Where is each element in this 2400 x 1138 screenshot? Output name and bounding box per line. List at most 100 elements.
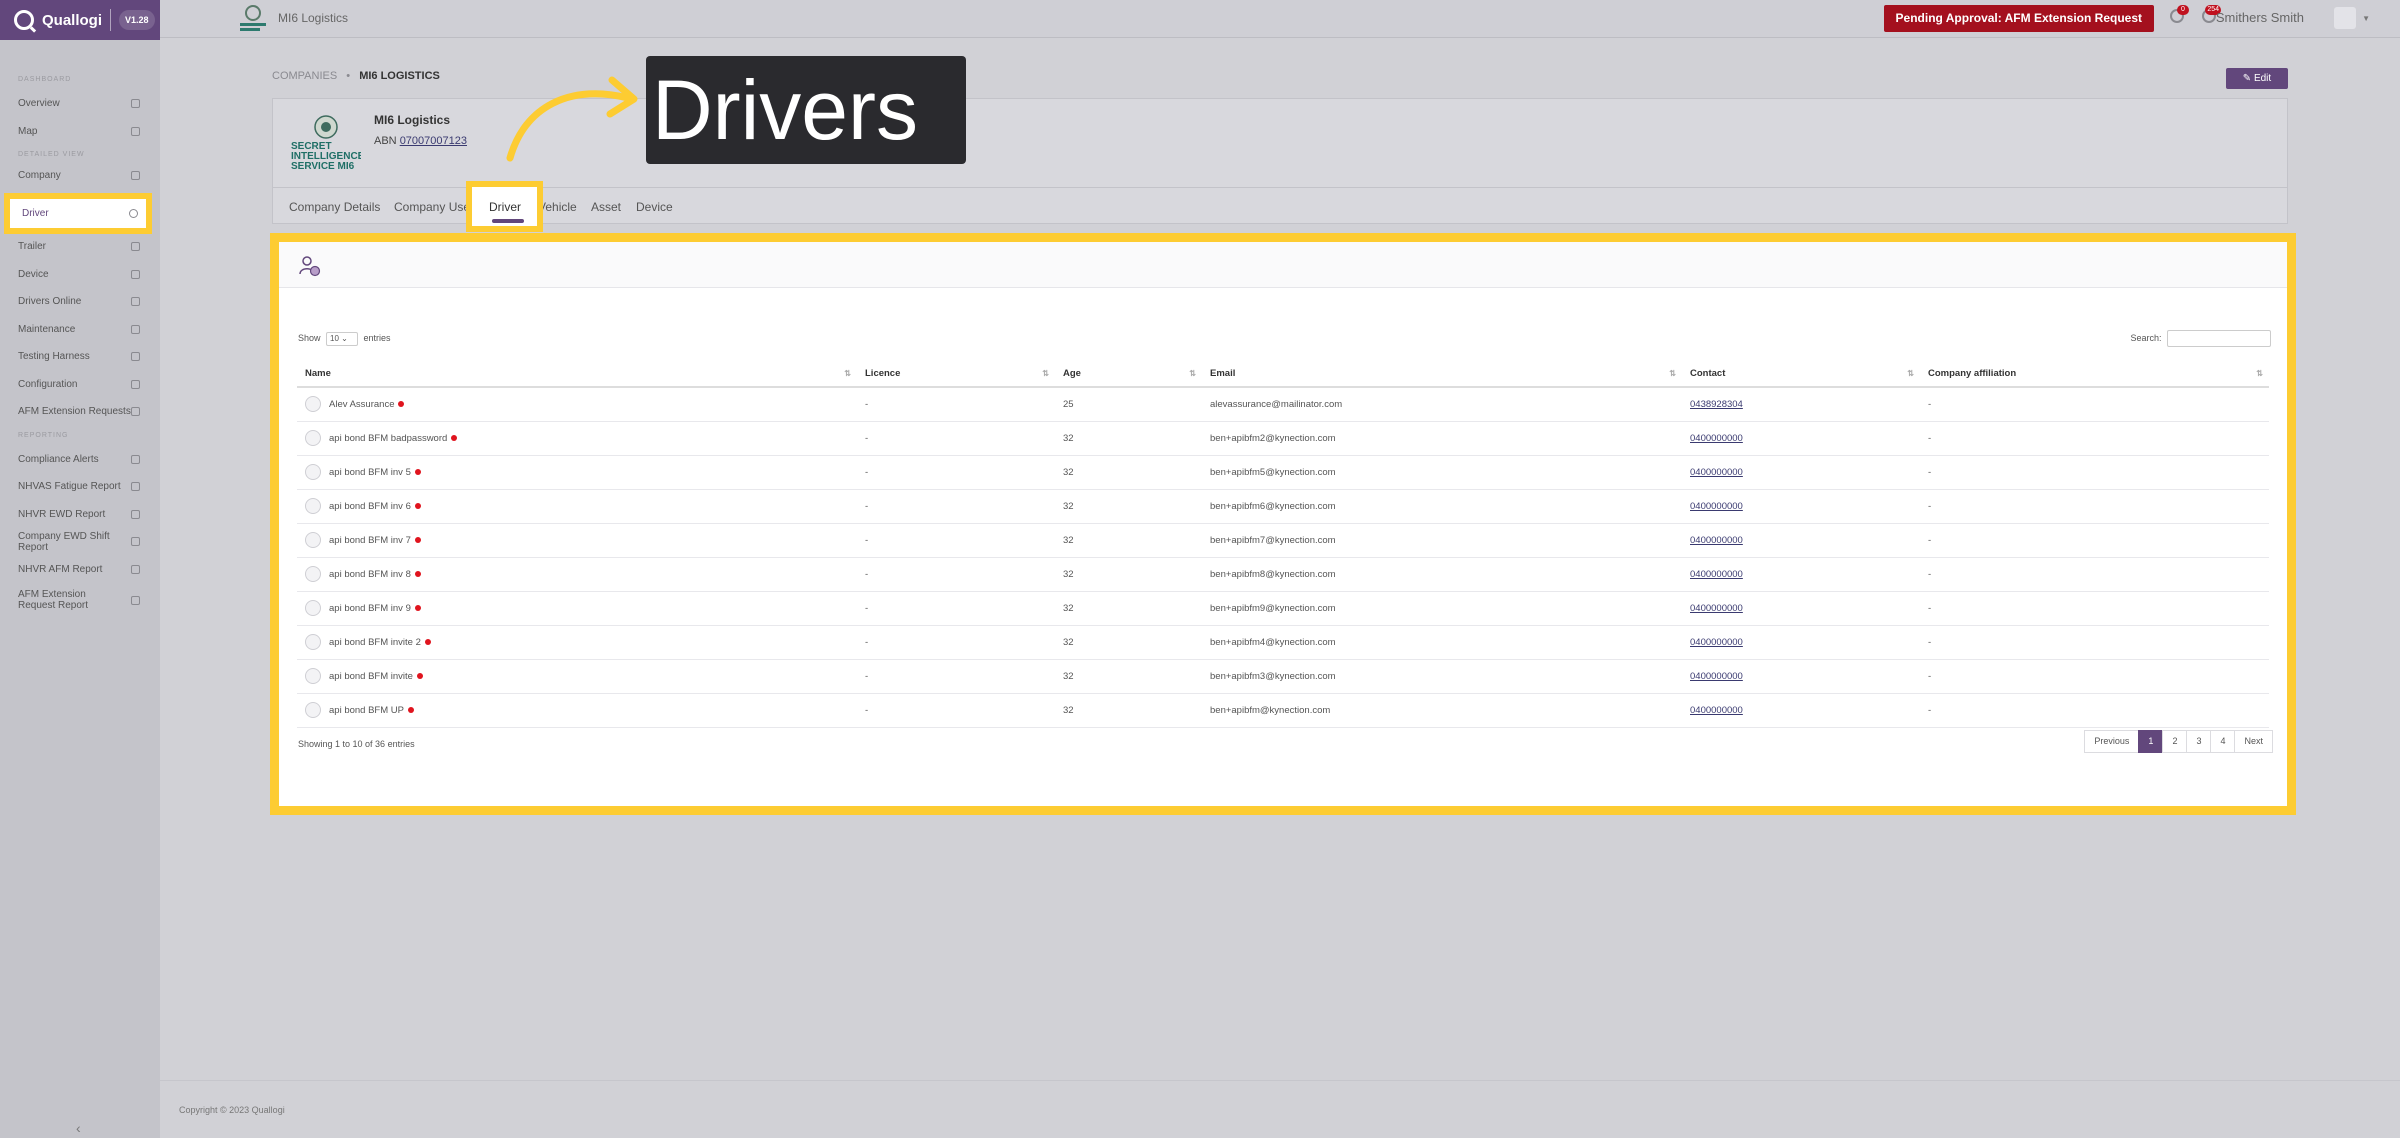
abn-link[interactable]: 07007007123 [400,135,467,147]
driver-name[interactable]: api bond BFM inv 9 [329,603,411,614]
sidebar-item-device[interactable]: Device [0,261,160,289]
avatar [305,668,321,684]
sidebar-item-overview[interactable]: Overview [0,90,160,118]
sidebar-item-label: Drivers Online [18,296,82,308]
chevron-down-icon[interactable]: ▼ [2362,14,2370,23]
table-row[interactable]: api bond BFM badpassword -32 ben+apibfm2@k… [297,421,2269,456]
tab-device[interactable]: Device [636,200,673,214]
cell-name: api bond BFM invite [297,659,857,694]
sidebar-item-label: NHVR EWD Report [18,508,106,520]
sidebar-item-nhvas-fatigue-report[interactable]: NHVAS Fatigue Report [0,473,160,501]
entries-select[interactable]: 10 ⌄ [326,332,359,346]
table-row[interactable]: api bond BFM inv 9-32 ben+apibfm9@kynecti… [297,591,2269,626]
cell-contact: 0400000000 [1682,523,1920,558]
search-input[interactable] [2167,330,2271,347]
table-header-row: Name ⇅ Licence ⇅ Age ⇅ Email ⇅ Contact ⇅ Comp… [297,360,2269,388]
table-row[interactable]: api bond BFM UP -32 ben+apibfm@kynection.c… [297,693,2269,728]
pagination-previous[interactable]: Previous [2084,730,2140,753]
tab-vehicle[interactable]: Vehicle [538,200,577,214]
brand-bar[interactable]: Quallogi V1.28 [0,0,160,40]
sidebar-item-map[interactable]: Map [0,118,160,146]
pagination-next[interactable]: Next [2234,730,2273,753]
sidebar-item-trailer[interactable]: Trailer [0,233,160,261]
alerts-icon[interactable]: 254 [2202,5,2221,23]
driver-name[interactable]: api bond BFM inv 6 [329,501,411,512]
pagination-page-1[interactable]: 1 [2138,730,2164,753]
cell-age: 32 [1055,489,1202,524]
column-header-contact[interactable]: Contact ⇅ [1682,360,1920,388]
cell-email: ben+apibfm3@kynection.com [1202,659,1682,694]
driver-name[interactable]: api bond BFM inv 7 [329,535,411,546]
cell-age: 32 [1055,421,1202,456]
driver-name[interactable]: api bond BFM invite [329,671,413,682]
notification-bell-icon[interactable]: 0 [2170,5,2189,23]
contact-link[interactable]: 0400000000 [1690,603,1743,614]
sidebar-item-drivers-online[interactable]: Drivers Online [0,288,160,316]
pagination-page-4[interactable]: 4 [2210,730,2236,753]
contact-link[interactable]: 0400000000 [1690,637,1743,648]
contact-link[interactable]: 0400000000 [1690,501,1743,512]
sidebar-item-nhvr-afm-report[interactable]: NHVR AFM Report [0,556,160,584]
sidebar-item-company[interactable]: Company [0,165,160,185]
pagination-page-2[interactable]: 2 [2162,730,2188,753]
sidebar-item-afm-extension-requests[interactable]: AFM Extension Requests [0,398,160,426]
cell-contact: 0400000000 [1682,557,1920,592]
quallogi-logo-icon [14,10,34,30]
tab-company-details[interactable]: Company Details [289,200,380,214]
table-row[interactable]: api bond BFM invite 2-32 ben+apibfm4@kyne… [297,625,2269,660]
contact-link[interactable]: 0400000000 [1690,535,1743,546]
cell-company-affiliation: - [1920,659,2269,694]
tab-company-user[interactable]: Company User [394,200,474,214]
driver-name[interactable]: api bond BFM badpassword [329,433,447,444]
table-row[interactable]: api bond BFM inv 7-32 ben+apibfm7@kynecti… [297,523,2269,558]
driver-name[interactable]: api bond BFM inv 8 [329,569,411,580]
svg-text:SERVICE MI6: SERVICE MI6 [291,161,355,172]
section-reporting: REPORTING [18,431,69,439]
sort-icon: ⇅ [1669,369,1676,378]
sidebar-item-maintenance[interactable]: Maintenance [0,316,160,344]
column-header-age[interactable]: Age ⇅ [1055,360,1202,388]
contact-link[interactable]: 0438928304 [1690,399,1743,410]
column-header-company-affiliation[interactable]: Company affiliation ⇅ [1920,360,2269,388]
entries-select-value: 10 [330,334,339,343]
table-row[interactable]: Alev Assurance -25 alevassurance@mailinato… [297,387,2269,422]
sidebar-item-driver[interactable]: Driver [4,193,152,234]
sidebar-item-label: NHVR AFM Report [18,563,103,575]
table-row[interactable]: api bond BFM invite -32 ben+apibfm3@kynect… [297,659,2269,694]
tab-asset[interactable]: Asset [591,200,621,214]
sidebar-item-company-ewd-shift-report[interactable]: Company EWD Shift Report [0,528,160,556]
driver-name[interactable]: api bond BFM UP [329,705,404,716]
breadcrumb: COMPANIES • MI6 LOGISTICS [272,70,440,82]
collapse-sidebar-icon[interactable]: ‹ [76,1120,81,1136]
contact-link[interactable]: 0400000000 [1690,705,1743,716]
table-row[interactable]: api bond BFM inv 5-32 ben+apibfm5@kynecti… [297,455,2269,490]
table-row[interactable]: api bond BFM inv 6-32 ben+apibfm6@kynecti… [297,489,2269,524]
pagination-page-3[interactable]: 3 [2186,730,2212,753]
contact-link[interactable]: 0400000000 [1690,671,1743,682]
edit-button[interactable]: ✎ Edit [2226,68,2288,89]
sidebar-item-afm-extension-request-report[interactable]: AFM Extension Request Report [0,583,160,617]
driver-name[interactable]: Alev Assurance [329,399,394,410]
column-header-name[interactable]: Name ⇅ [297,360,857,388]
avatar [305,702,321,718]
contact-link[interactable]: 0400000000 [1690,467,1743,478]
breadcrumb-companies[interactable]: COMPANIES [272,70,337,82]
contact-link[interactable]: 0400000000 [1690,569,1743,580]
sidebar-item-label: Device [18,268,49,280]
search-label: Search: [2130,332,2162,343]
sidebar-item-compliance-alerts[interactable]: Compliance Alerts [0,446,160,474]
column-header-licence[interactable]: Licence ⇅ [857,360,1055,388]
sidebar-item-configuration[interactable]: Configuration [0,371,160,399]
user-avatar[interactable] [2334,7,2356,29]
user-name[interactable]: Smithers Smith [2216,10,2304,25]
tab-driver[interactable]: Driver [466,181,543,232]
status-dot-icon [414,503,421,509]
pending-approval-button[interactable]: Pending Approval: AFM Extension Request [1883,5,2154,32]
driver-name[interactable]: api bond BFM invite 2 [329,637,421,648]
table-row[interactable]: api bond BFM inv 8-32 ben+apibfm8@kynecti… [297,557,2269,592]
sidebar-item-testing-harness[interactable]: Testing Harness [0,343,160,371]
column-header-email[interactable]: Email ⇅ [1202,360,1682,388]
driver-name[interactable]: api bond BFM inv 5 [329,467,411,478]
sidebar-item-nhvr-ewd-report[interactable]: NHVR EWD Report [0,501,160,529]
contact-link[interactable]: 0400000000 [1690,433,1743,444]
